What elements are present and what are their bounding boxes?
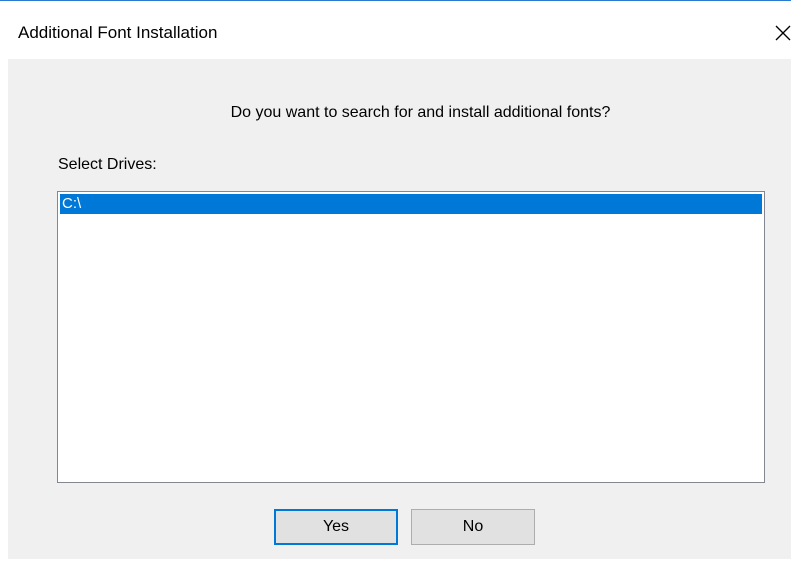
drives-listbox[interactable]: C:\	[57, 191, 765, 483]
close-icon	[775, 25, 791, 41]
dialog-body: Do you want to search for and install ad…	[8, 59, 791, 559]
window-title: Additional Font Installation	[18, 23, 218, 42]
yes-button[interactable]: Yes	[274, 509, 398, 545]
question-text: Do you want to search for and install ad…	[230, 104, 611, 121]
drive-item-c[interactable]: C:\	[60, 194, 762, 214]
title-bar[interactable]: Additional Font Installation	[0, 1, 791, 59]
no-button[interactable]: No	[411, 509, 535, 545]
dialog-window: Additional Font Installation Do you want…	[0, 0, 791, 562]
select-drives-label: Select Drives:	[58, 156, 157, 173]
close-button[interactable]	[765, 13, 791, 53]
